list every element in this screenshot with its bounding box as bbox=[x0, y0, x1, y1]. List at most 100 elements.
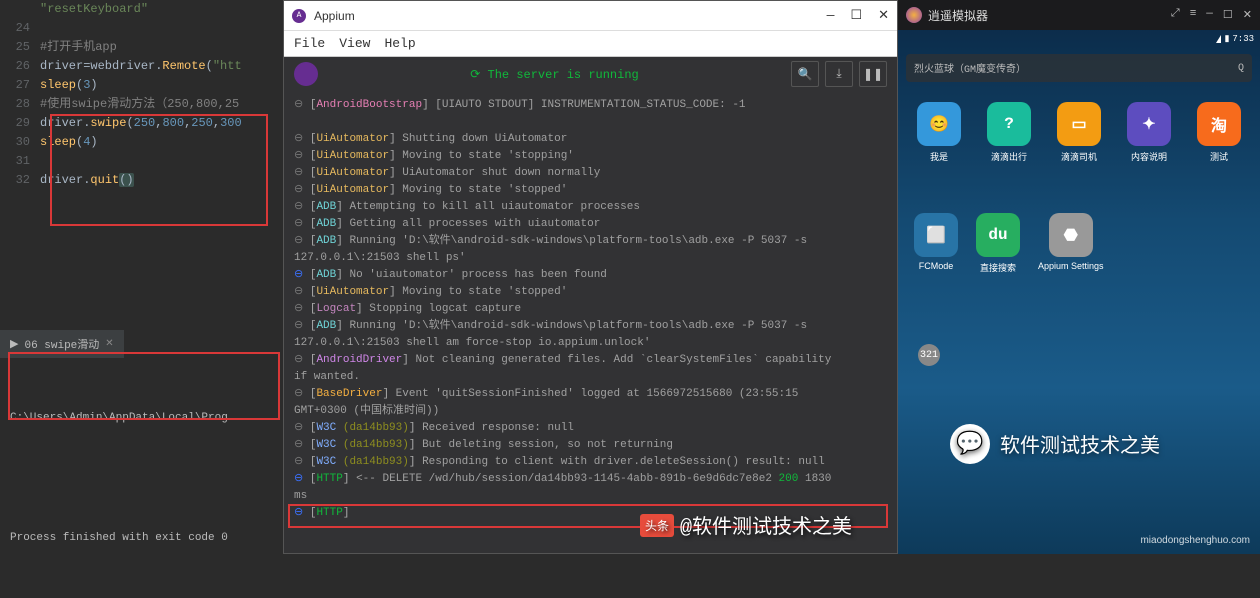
app-launcher-item[interactable]: 😊我是 bbox=[906, 102, 972, 163]
emu-minimize-icon[interactable]: — bbox=[1206, 8, 1213, 22]
code-line[interactable]: 25#打开手机app bbox=[0, 38, 283, 57]
download-button[interactable]: ⤓ bbox=[825, 61, 853, 87]
log-line: GMT+0300 (中国标准时间)) bbox=[294, 403, 887, 420]
maximize-icon[interactable]: ☐ bbox=[850, 8, 862, 23]
appium-menubar: File View Help bbox=[284, 31, 897, 57]
code-text: #打开手机app bbox=[40, 38, 117, 57]
emu-search-text: 烈火蓝球（GM魔变传奇） bbox=[914, 60, 1026, 76]
server-status-text: The server is running bbox=[328, 67, 781, 82]
log-line: ⊖ [AndroidDriver] Not cleaning generated… bbox=[294, 352, 887, 369]
signal-icon bbox=[1216, 35, 1221, 43]
emu-search-bar[interactable]: 烈火蓝球（GM魔变传奇） Q bbox=[906, 54, 1252, 82]
code-line[interactable]: 31 bbox=[0, 152, 283, 171]
app-launcher-item[interactable]: ⬜ FCMode bbox=[914, 213, 958, 274]
run-panel: ▶ 06 swipe滑动 ✕ C:\Users\Admin\AppData\Lo… bbox=[0, 330, 283, 554]
app-icon: ? bbox=[987, 102, 1031, 146]
log-line: if wanted. bbox=[294, 369, 887, 386]
menu-help[interactable]: Help bbox=[384, 36, 415, 51]
emu-expand-icon[interactable]: ⤢ bbox=[1171, 8, 1180, 22]
app-launcher-item[interactable]: ⬣ Appium Settings bbox=[1038, 213, 1104, 274]
appium-window: A Appium — ☐ ✕ File View Help The server… bbox=[283, 0, 898, 554]
app-grid-row-2: ⬜ FCMode du 直接搜索 ⬣ Appium Settings bbox=[898, 163, 1260, 274]
run-tab-label: 06 swipe滑动 bbox=[24, 336, 99, 352]
clock-text: 7:33 bbox=[1232, 34, 1254, 44]
code-line[interactable]: 28#使用swipe滑动方法（250,800,25 bbox=[0, 95, 283, 114]
menu-file[interactable]: File bbox=[294, 36, 325, 51]
code-line[interactable]: 24 bbox=[0, 19, 283, 38]
log-line: ⊖ [ADB] Running 'D:\软件\android-sdk-windo… bbox=[294, 233, 887, 250]
log-line: 127.0.0.1\:21503 shell am force-stop io.… bbox=[294, 335, 887, 352]
app-launcher-item[interactable]: 淘测试 bbox=[1186, 102, 1252, 163]
log-line: ⊖ [AndroidBootstrap] [UIAUTO STDOUT] INS… bbox=[294, 97, 887, 114]
app-icon: 淘 bbox=[1197, 102, 1241, 146]
close-icon[interactable]: ✕ bbox=[878, 8, 889, 23]
run-tab-arrow-icon: ▶ bbox=[10, 337, 18, 351]
log-line: ⊖ [ADB] Attempting to kill all uiautomat… bbox=[294, 199, 887, 216]
app-label: 直接搜索 bbox=[980, 261, 1016, 274]
code-line[interactable]: 29driver.swipe(250,800,250,300 bbox=[0, 114, 283, 133]
code-line[interactable]: 32driver.quit() bbox=[0, 171, 283, 190]
app-icon: ⬣ bbox=[1049, 213, 1093, 257]
code-line[interactable]: "resetKeyboard" bbox=[0, 0, 283, 19]
line-number: 30 bbox=[0, 133, 40, 152]
pause-icon: ❚❚ bbox=[863, 67, 883, 82]
app-launcher-item[interactable]: ▭ 滴滴司机 bbox=[1046, 102, 1112, 163]
log-line: ms bbox=[294, 488, 887, 505]
log-line: 127.0.0.1\:21503 shell ps' bbox=[294, 250, 887, 267]
run-tab-close-icon[interactable]: ✕ bbox=[105, 338, 113, 350]
code-line[interactable]: 26driver=webdriver.Remote("htt bbox=[0, 57, 283, 76]
emu-logo-icon bbox=[906, 7, 922, 23]
wechat-text: 软件测试技术之美 bbox=[1000, 429, 1160, 459]
android-status-bar: ▮ 7:33 bbox=[898, 30, 1260, 48]
line-number: 32 bbox=[0, 171, 40, 190]
emu-menu-icon[interactable]: ≡ bbox=[1190, 8, 1197, 22]
code-area[interactable]: "resetKeyboard"2425#打开手机app26driver=webd… bbox=[0, 0, 283, 190]
app-icon: ⬜ bbox=[914, 213, 958, 257]
run-tab[interactable]: ▶ 06 swipe滑动 ✕ bbox=[0, 330, 124, 358]
line-number: 27 bbox=[0, 76, 40, 95]
code-text: #使用swipe滑动方法（250,800,25 bbox=[40, 95, 239, 114]
menu-view[interactable]: View bbox=[339, 36, 370, 51]
app-label: 测试 bbox=[1210, 150, 1228, 163]
line-number: 26 bbox=[0, 57, 40, 76]
app-label: Appium Settings bbox=[1038, 261, 1104, 271]
run-output: C:\Users\Admin\AppData\Local\Prog Proces… bbox=[0, 358, 283, 598]
appium-titlebar[interactable]: A Appium — ☐ ✕ bbox=[284, 1, 897, 31]
appium-statusbar: The server is running 🔍 ⤓ ❚❚ bbox=[284, 57, 897, 91]
toutiao-text: @软件测试技术之美 bbox=[680, 510, 852, 540]
search-icon: 🔍 bbox=[798, 67, 813, 82]
code-line[interactable]: 30sleep(4) bbox=[0, 133, 283, 152]
log-line: ⊖ [UiAutomator] Shutting down UiAutomato… bbox=[294, 131, 887, 148]
app-icon: du bbox=[976, 213, 1020, 257]
app-label: 我是 bbox=[930, 150, 948, 163]
wechat-watermark: 💬 软件测试技术之美 bbox=[950, 424, 1250, 464]
log-line: ⊖ [ADB] Running 'D:\软件\android-sdk-windo… bbox=[294, 318, 887, 335]
app-label: 滴滴司机 bbox=[1061, 150, 1097, 163]
app-launcher-item[interactable]: du 直接搜索 bbox=[976, 213, 1020, 274]
line-number: 31 bbox=[0, 152, 40, 171]
pause-button[interactable]: ❚❚ bbox=[859, 61, 887, 87]
app-label: FCMode bbox=[919, 261, 954, 271]
emu-titlebar[interactable]: 逍遥模拟器 ⤢ ≡ — ☐ ✕ bbox=[898, 0, 1260, 30]
search-button[interactable]: 🔍 bbox=[791, 61, 819, 87]
code-line[interactable]: 27sleep(3) bbox=[0, 76, 283, 95]
log-line: ⊖ [W3C (da14bb93)] Responding to client … bbox=[294, 454, 887, 471]
emulator-window: 逍遥模拟器 ⤢ ≡ — ☐ ✕ ▮ 7:33 烈火蓝球（GM魔变传奇） Q 😊我… bbox=[898, 0, 1260, 554]
emu-search-icon: Q bbox=[1238, 63, 1244, 74]
minimize-icon[interactable]: — bbox=[827, 8, 835, 23]
line-number: 29 bbox=[0, 114, 40, 133]
appium-log-area[interactable]: ⊖ [AndroidBootstrap] [UIAUTO STDOUT] INS… bbox=[284, 91, 897, 553]
log-line bbox=[294, 114, 887, 131]
run-output-line: Process finished with exit code 0 bbox=[10, 528, 273, 548]
app-launcher-item[interactable]: ✦内容说明 bbox=[1116, 102, 1182, 163]
emu-close-icon[interactable]: ✕ bbox=[1243, 8, 1252, 22]
emu-maximize-icon[interactable]: ☐ bbox=[1223, 8, 1233, 22]
app-launcher-item[interactable]: ?滴滴出行 bbox=[976, 102, 1042, 163]
log-line: ⊖ [BaseDriver] Event 'quitSessionFinishe… bbox=[294, 386, 887, 403]
emu-notification-badge[interactable]: 321 bbox=[918, 344, 940, 366]
app-icon: ▭ bbox=[1057, 102, 1101, 146]
log-line: ⊖ [Logcat] Stopping logcat capture bbox=[294, 301, 887, 318]
log-line: ⊖ [UiAutomator] UiAutomator shut down no… bbox=[294, 165, 887, 182]
appium-logo-icon: A bbox=[292, 9, 306, 23]
run-output-line: C:\Users\Admin\AppData\Local\Prog bbox=[10, 408, 273, 428]
